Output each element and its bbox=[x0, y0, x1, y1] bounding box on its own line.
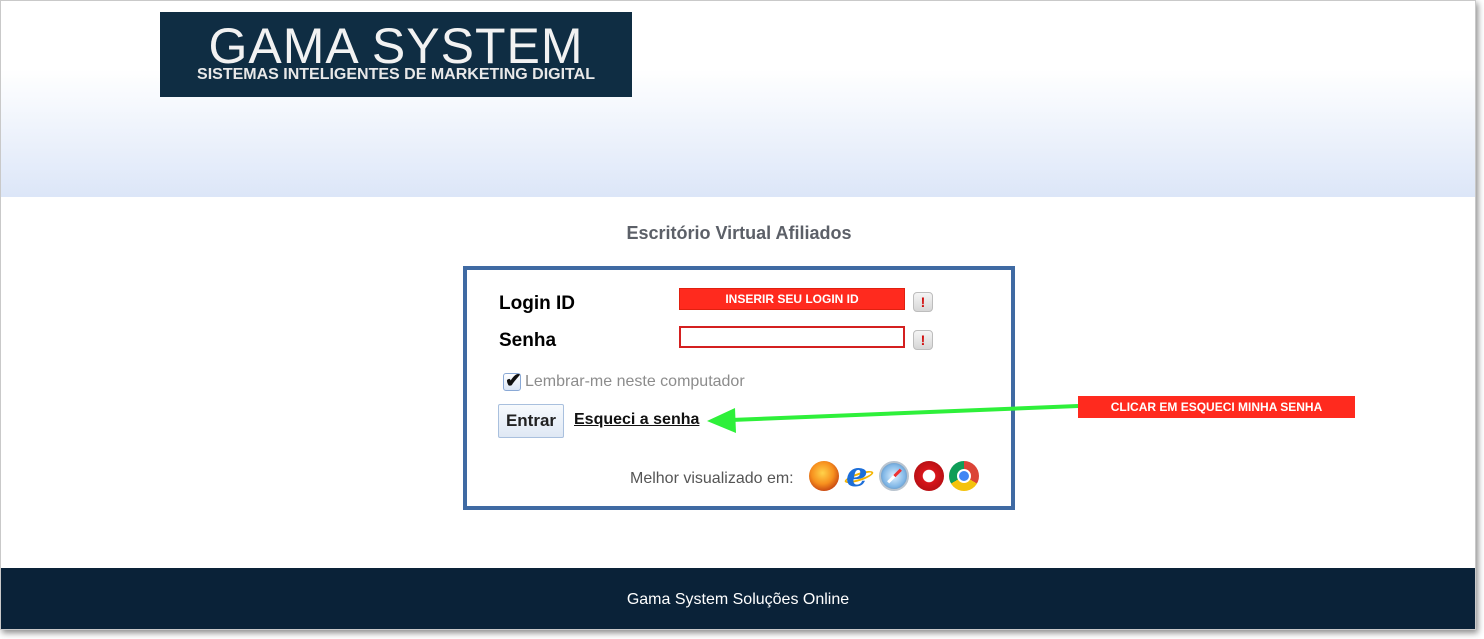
footer: Gama System Soluções Online bbox=[1, 568, 1475, 629]
page-frame: GAMA SYSTEM SISTEMAS INTELIGENTES DE MAR… bbox=[0, 0, 1476, 630]
annotation-label: CLICAR EM ESQUECI MINHA SENHA bbox=[1078, 396, 1355, 418]
annotation-arrow bbox=[707, 404, 1079, 433]
